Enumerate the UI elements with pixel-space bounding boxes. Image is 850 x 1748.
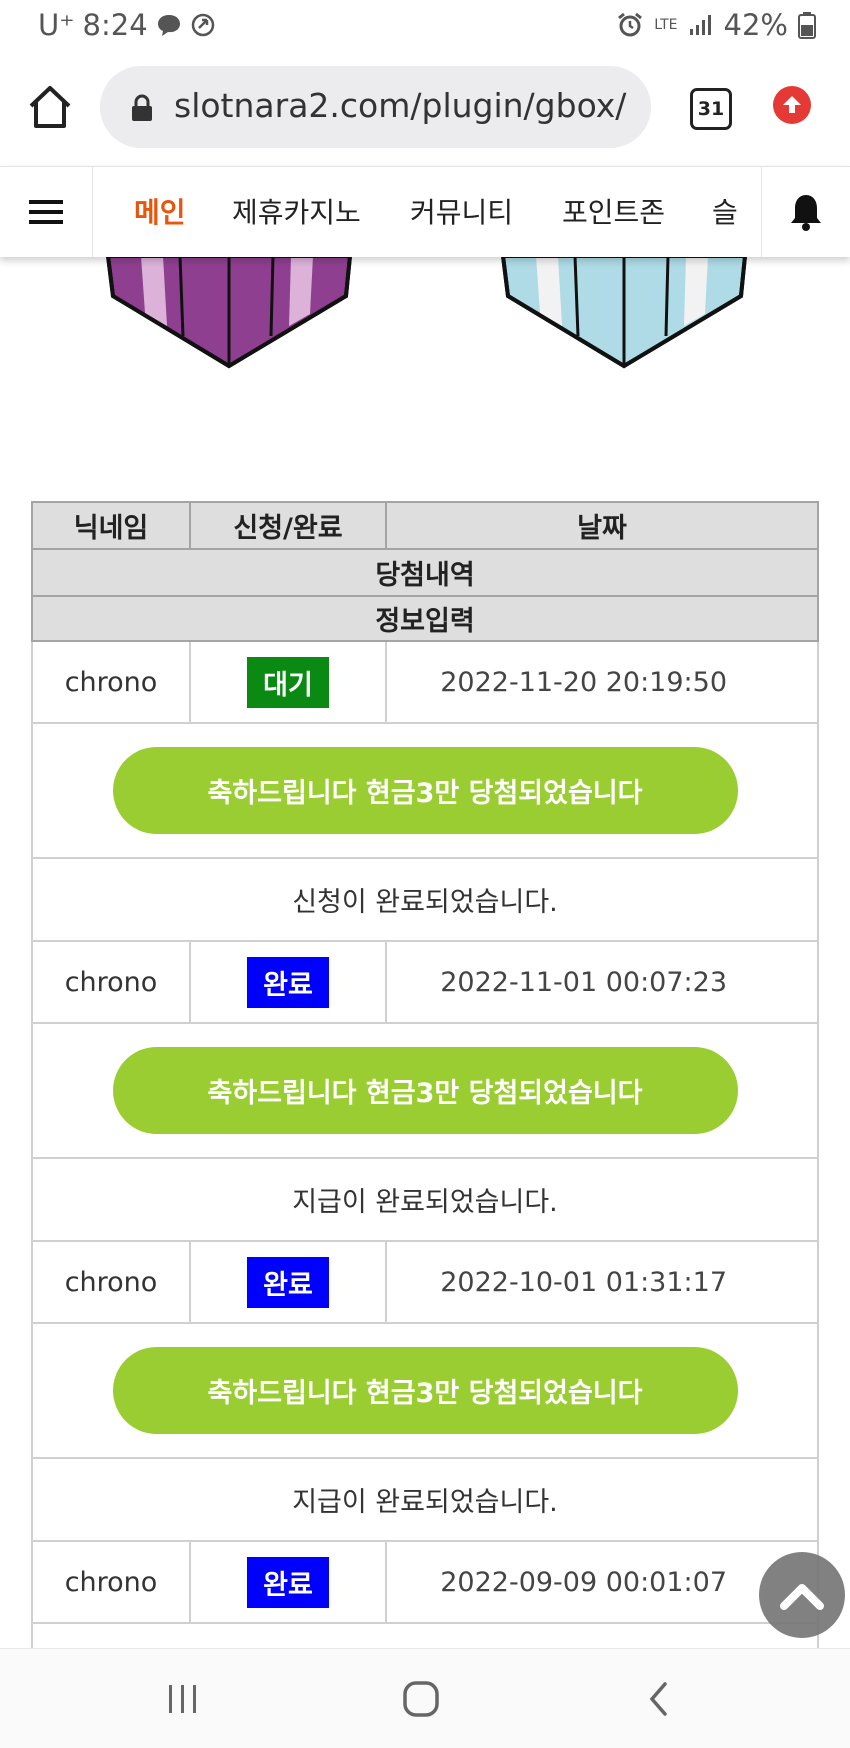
header-info-input: 정보입력 xyxy=(375,606,475,637)
carrier-label: U⁺ xyxy=(38,8,75,42)
hamburger-icon xyxy=(29,200,63,224)
header-status: 신청/완료 xyxy=(189,503,385,548)
status-bar: U⁺ 8:24 LTE 42% xyxy=(0,0,850,52)
header-date: 날짜 xyxy=(385,503,817,548)
message-row: 지급이 완료되었습니다. xyxy=(31,1159,819,1242)
message-row: 지급이 완료되었습니다. xyxy=(31,1459,819,1542)
status-cell: 완료 xyxy=(189,942,385,1022)
clock: 8:24 xyxy=(82,8,148,42)
status-badge: 대기 xyxy=(247,656,329,708)
status-right: LTE 42% xyxy=(616,8,816,42)
home-button[interactable] xyxy=(26,84,74,130)
url-text: slotnara2.com/plugin/gbox/ xyxy=(174,86,627,125)
home-circle-icon xyxy=(403,1681,439,1717)
system-navigation-bar xyxy=(0,1648,850,1748)
battery-percent: 42% xyxy=(723,8,788,42)
nav-menu: 메인 제휴카지노 커뮤니티 포인트존 슬 xyxy=(92,167,760,257)
notifications-button[interactable] xyxy=(761,167,850,257)
blue-gift-box[interactable] xyxy=(500,254,750,376)
status-left: U⁺ 8:24 xyxy=(38,8,216,42)
prize-row: 축하드립니다 현금3만 당첨되었습니다 xyxy=(31,1024,819,1159)
site-navigation: 메인 제휴카지노 커뮤니티 포인트존 슬 xyxy=(0,166,850,257)
status-cell: 대기 xyxy=(189,642,385,722)
table-row: chrono 완료 2022-09-09 00:01:07 xyxy=(31,1542,819,1624)
date-cell: 2022-11-20 20:19:50 xyxy=(385,642,817,722)
chat-bubble-icon xyxy=(156,12,182,38)
table-row: chrono 완료 2022-11-01 00:07:23 xyxy=(31,942,819,1024)
table-row: chrono 대기 2022-11-20 20:19:50 xyxy=(31,642,819,724)
nickname-cell: chrono xyxy=(64,1266,158,1298)
signal-icon xyxy=(688,12,714,38)
table-header-info: 정보입력 xyxy=(31,595,819,642)
network-label: LTE xyxy=(654,17,678,33)
table-row: chrono 완료 2022-10-01 01:31:17 xyxy=(31,1242,819,1324)
nickname-cell: chrono xyxy=(64,1566,158,1598)
lock-icon xyxy=(130,94,154,126)
back-chevron-icon xyxy=(649,1682,667,1716)
home-system-button[interactable] xyxy=(396,1679,446,1719)
arrow-up-icon xyxy=(783,96,801,113)
sync-icon xyxy=(190,12,216,38)
prize-banner[interactable]: 축하드립니다 현금3만 당첨되었습니다 xyxy=(112,1347,738,1434)
message-row: 신청이 완료되었습니다. xyxy=(31,859,819,942)
alarm-icon xyxy=(616,11,644,39)
bell-icon xyxy=(791,195,821,231)
status-cell: 완료 xyxy=(189,1542,385,1622)
prize-banner[interactable]: 축하드립니다 현금3만 당첨되었습니다 xyxy=(112,747,738,834)
nav-item-main[interactable]: 메인 xyxy=(134,191,186,231)
table-header-row: 닉네임 신청/완료 날짜 xyxy=(31,501,819,548)
browser-toolbar: slotnara2.com/plugin/gbox/ 31 xyxy=(0,52,850,162)
prize-row: 축하드립니다 현금3만 당첨되었습니다 xyxy=(31,1324,819,1459)
back-button[interactable] xyxy=(634,1679,684,1719)
prize-banner[interactable]: 축하드립니다 현금3만 당첨되었습니다 xyxy=(112,1047,738,1134)
status-badge: 완료 xyxy=(247,1256,329,1308)
status-cell: 완료 xyxy=(189,1242,385,1322)
prize-history-table: 닉네임 신청/완료 날짜 당첨내역 정보입력 chrono 대기 2022-11… xyxy=(31,501,819,1664)
status-badge: 완료 xyxy=(247,1556,329,1608)
hamburger-menu-button[interactable] xyxy=(0,167,93,257)
nav-item-community[interactable]: 커뮤니티 xyxy=(410,191,513,231)
header-nickname: 닉네임 xyxy=(73,513,149,544)
date-cell: 2022-11-01 00:07:23 xyxy=(385,942,817,1022)
chevron-up-icon xyxy=(780,1584,824,1610)
date-cell: 2022-10-01 01:31:17 xyxy=(385,1242,817,1322)
status-badge: 완료 xyxy=(247,956,329,1008)
prize-row: 축하드립니다 현금3만 당첨되었습니다 xyxy=(31,724,819,859)
purple-gift-box[interactable] xyxy=(105,254,355,376)
home-icon xyxy=(29,86,71,128)
recent-apps-button[interactable] xyxy=(158,1679,208,1719)
nav-item-partner-casino[interactable]: 제휴카지노 xyxy=(232,191,361,231)
browser-update-button[interactable] xyxy=(773,86,811,124)
table-header-history: 당첨내역 xyxy=(31,548,819,595)
address-bar[interactable]: slotnara2.com/plugin/gbox/ xyxy=(100,66,651,148)
nickname-cell: chrono xyxy=(64,666,158,698)
nickname-cell: chrono xyxy=(64,966,158,998)
nav-item-slot[interactable]: 슬 xyxy=(712,191,738,231)
header-prize-history: 당첨내역 xyxy=(375,560,475,591)
recent-apps-icon xyxy=(169,1685,196,1713)
date-cell: 2022-09-09 00:01:07 xyxy=(385,1542,817,1622)
tab-switcher-button[interactable]: 31 xyxy=(690,88,732,130)
battery-icon xyxy=(798,11,816,39)
nav-item-point-zone[interactable]: 포인트존 xyxy=(562,191,665,231)
scroll-to-top-button[interactable] xyxy=(759,1552,845,1638)
